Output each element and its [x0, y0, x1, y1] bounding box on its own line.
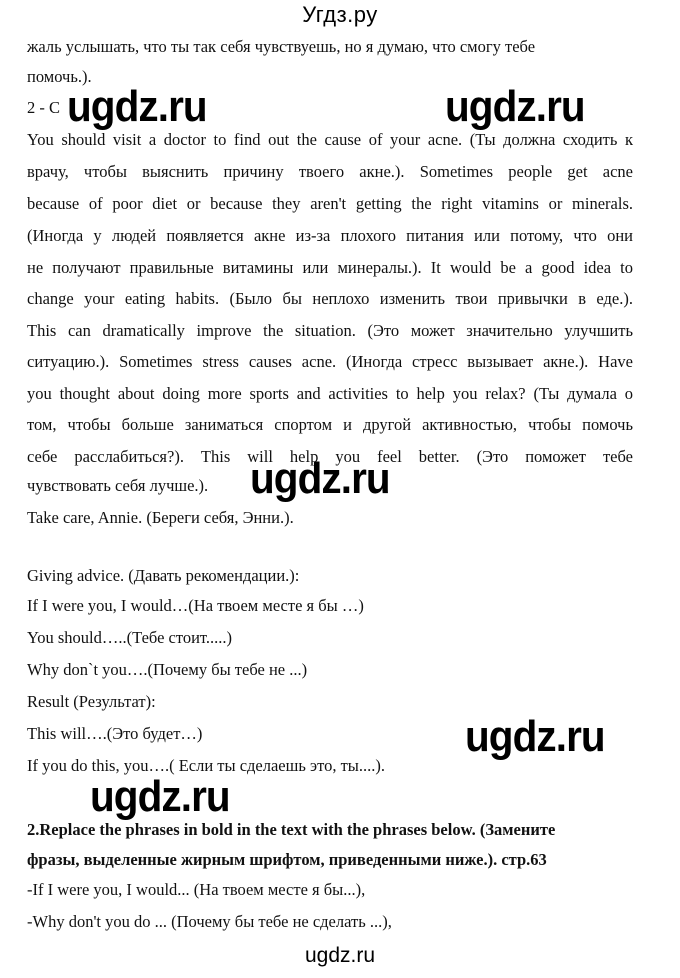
sign-off: Take care, Annie. (Береги себя, Энни.). — [27, 508, 294, 527]
letter-line: change your eating habits. (Было бы непл… — [27, 289, 633, 308]
task-item: -Why don't you do ... (Почему бы тебе не… — [27, 912, 392, 931]
letter-line: You should visit a doctor to find out th… — [27, 130, 633, 149]
phrase-item: If I were you, I would…(На твоем месте я… — [27, 596, 364, 615]
letter-line: because of poor diet or because they are… — [27, 194, 633, 213]
task-heading: фразы, выделенные жирным шрифтом, привед… — [27, 850, 547, 869]
letter-line: том, чтобы больше заниматься спортом и д… — [27, 415, 633, 434]
watermark: ugdz.ru — [67, 82, 208, 131]
letter-line: you thought about doing more sports and … — [27, 384, 633, 403]
watermark: ugdz.ru — [465, 712, 606, 761]
watermark: ugdz.ru — [90, 772, 231, 821]
watermark: ugdz.ru — [250, 454, 391, 503]
letter-line: ситуацию.). Sometimes stress causes acne… — [27, 352, 633, 371]
footer-site-label: ugdz.ru — [304, 944, 376, 967]
site-title: Угдз.ру — [302, 2, 378, 27]
task-item: -If I were you, I would... (На твоем мес… — [27, 880, 366, 899]
answer-label: 2 - C — [27, 98, 60, 117]
letter-line: врачу, чтобы выяснить причину твоего акн… — [27, 162, 633, 181]
letter-line: This can dramatically improve the situat… — [27, 321, 633, 340]
letter-line: чувствовать себя лучше.). — [27, 476, 209, 495]
phrase-item: You should…..(Тебе стоит.....) — [27, 628, 233, 647]
phrase-heading: Result (Результат): — [27, 692, 156, 711]
intro-line: жаль услышать, что ты так себя чувствуеш… — [27, 37, 536, 56]
phrase-item: This will….(Это будет…) — [27, 724, 203, 743]
letter-line: (Иногда у людей появляется акне из-за пл… — [27, 226, 633, 245]
phrase-item: Why don`t you….(Почему бы тебе не ...) — [27, 660, 308, 679]
letter-line: не получают правильные витамины или мине… — [27, 258, 633, 277]
watermark: ugdz.ru — [445, 82, 586, 131]
task-heading: 2.Replace the phrases in bold in the tex… — [27, 820, 556, 839]
phrase-heading: Giving advice. (Давать рекомендации.): — [27, 566, 300, 585]
